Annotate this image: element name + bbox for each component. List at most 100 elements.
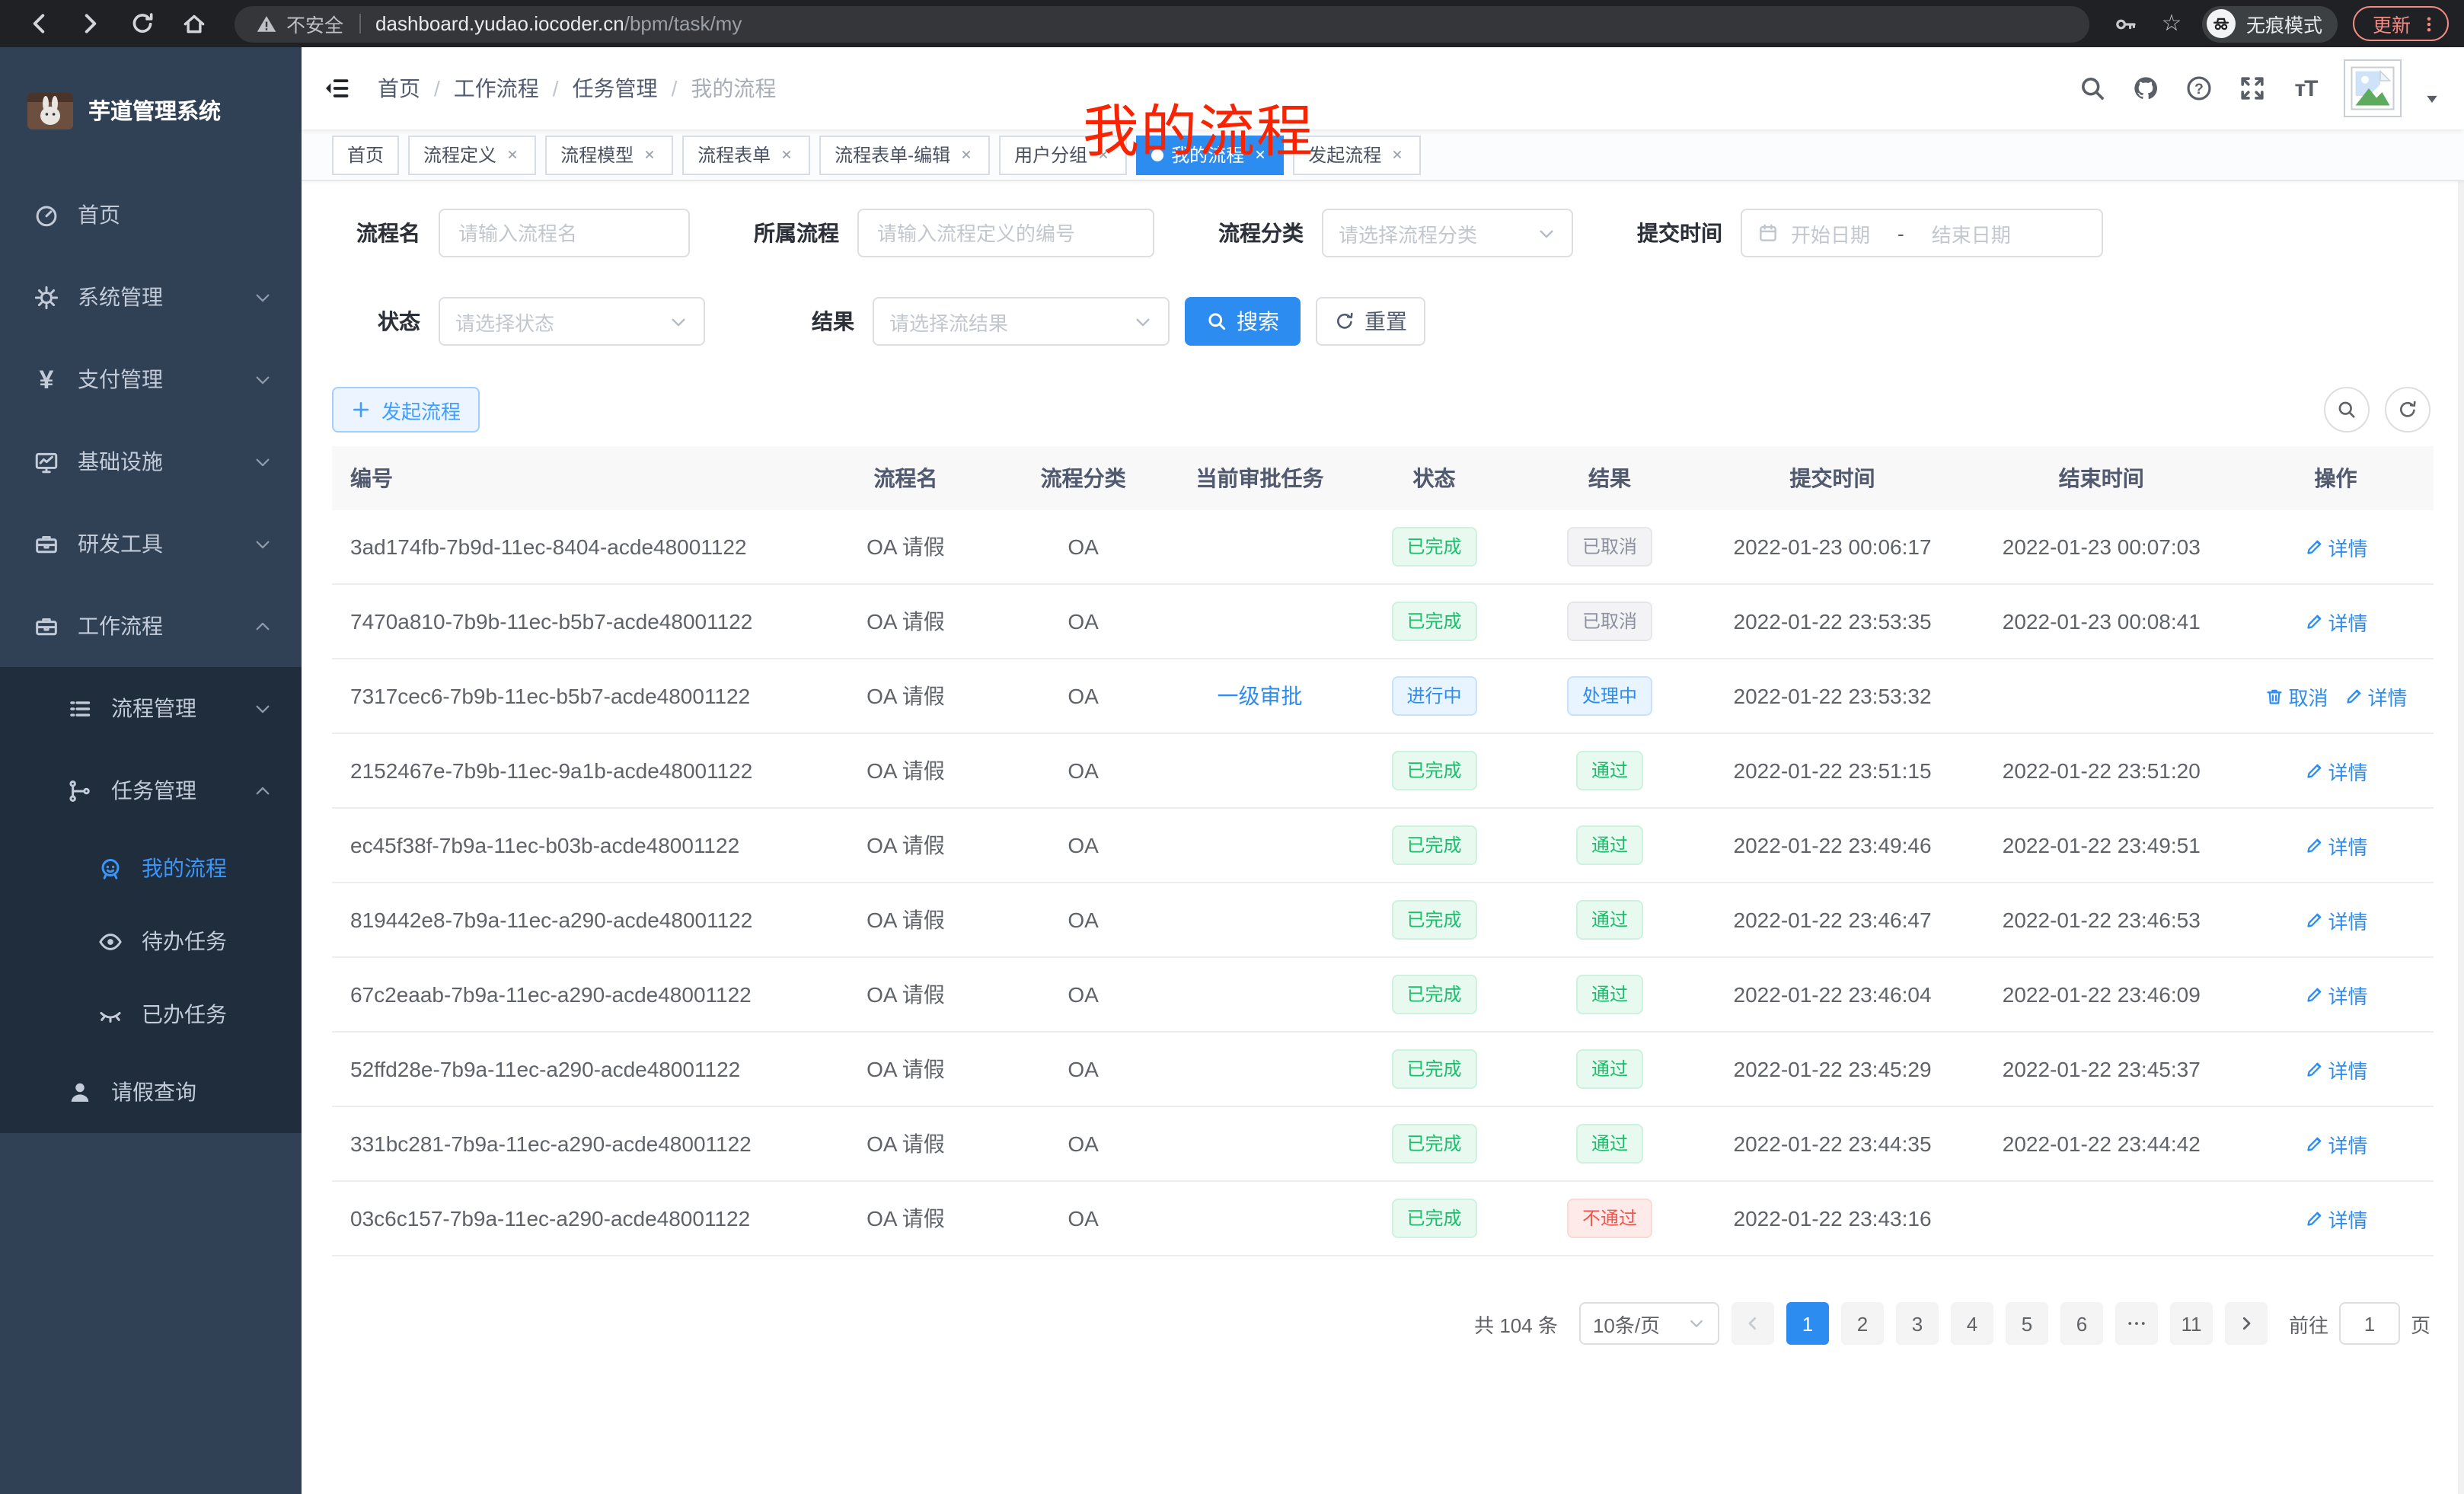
sidebar-item-eye-closed[interactable]: 已办任务 [0,978,302,1051]
edit-icon [2304,910,2324,930]
url-path[interactable]: /bpm/task/my [624,12,742,35]
app-logo-row[interactable]: 芋道管理系统 [0,47,302,174]
cell-result: 已取消 [1519,527,1700,567]
sidebar-item-dashboard[interactable]: 首页 [0,174,302,256]
font-size-icon[interactable]: тT [2290,73,2321,104]
close-icon[interactable] [958,146,975,163]
reset-button[interactable]: 重置 [1316,297,1425,346]
search-button[interactable]: 搜索 [1185,297,1301,346]
sidebar-item-user[interactable]: 请假查询 [0,1051,302,1133]
page-button-6[interactable]: 6 [2060,1302,2103,1345]
detail-action-link[interactable]: 详情 [2304,607,2368,636]
sidebar-item-yen[interactable]: ¥支付管理 [0,338,302,420]
avatar-caret-icon[interactable] [2424,90,2443,108]
sidebar-item-eye[interactable]: 待办任务 [0,905,302,978]
close-icon[interactable] [1389,146,1406,163]
detail-action-link[interactable]: 详情 [2344,682,2408,710]
prev-page-button[interactable] [1732,1302,1774,1345]
detail-action-link[interactable]: 详情 [2304,756,2368,785]
breadcrumb-task-mgmt[interactable]: 任务管理 [573,73,658,104]
create-process-button[interactable]: 发起流程 [332,387,480,433]
page-button-2[interactable]: 2 [1841,1302,1884,1345]
sidebar-item-list[interactable]: 流程管理 [0,667,302,749]
process-name-input[interactable] [455,220,673,246]
detail-action-link[interactable]: 详情 [2304,1204,2368,1233]
close-icon[interactable] [778,146,795,163]
yen-icon: ¥ [34,366,59,392]
forward-icon[interactable] [73,7,107,40]
fullscreen-icon[interactable] [2237,73,2268,104]
close-icon[interactable] [641,146,658,163]
cell-process-id: 331bc281-7b9a-11ec-a290-acde48001122 [332,1132,815,1156]
tab-流程模型[interactable]: 流程模型 [545,135,673,174]
update-button[interactable]: 更新 [2353,6,2449,41]
bookmark-star-icon[interactable]: ☆ [2156,8,2187,39]
page-more-button[interactable] [2115,1302,2158,1345]
category-select[interactable]: 请选择流程分类 [1322,209,1573,257]
browser-window: 不安全 dashboard.yudao.iocoder.cn /bpm/task… [0,0,2464,1494]
cell-status: 已完成 [1349,900,1520,940]
sidebar-item-tree[interactable]: 任务管理 [0,749,302,832]
cell-status: 已完成 [1349,825,1520,865]
page-scrollbar[interactable] [2458,47,2464,1494]
address-bar[interactable]: 不安全 dashboard.yudao.iocoder.cn /bpm/task… [235,5,2089,42]
tab-流程表单-编辑[interactable]: 流程表单-编辑 [819,135,990,174]
breadcrumb-workflow[interactable]: 工作流程 [454,73,539,104]
date-range-picker[interactable]: 开始日期 - 结束日期 [1741,209,2103,257]
page-button-1[interactable]: 1 [1786,1302,1829,1345]
page-button-5[interactable]: 5 [2006,1302,2048,1345]
sidebar-item-toolbox[interactable]: 研发工具 [0,503,302,585]
cell-category: OA [996,908,1170,932]
sidebar-item-robot[interactable]: 我的流程 [0,832,302,905]
github-icon[interactable] [2130,73,2161,104]
avatar[interactable] [2344,59,2402,117]
reload-icon[interactable] [125,7,158,40]
cell-result: 通过 [1519,825,1700,865]
table-refresh-icon[interactable] [2385,387,2430,433]
tab-首页[interactable]: 首页 [332,135,399,174]
page-button-11[interactable]: 11 [2170,1302,2213,1345]
security-label[interactable]: 不安全 [286,9,343,38]
sidebar-item-gear[interactable]: 系统管理 [0,256,302,338]
result-badge: 通过 [1576,975,1643,1014]
close-icon[interactable] [504,146,521,163]
page-button-4[interactable]: 4 [1951,1302,1993,1345]
page-size-select[interactable]: 10条/页 [1579,1302,1719,1345]
detail-action-link[interactable]: 详情 [2304,1055,2368,1084]
owner-process-input[interactable] [874,220,1138,246]
password-key-icon[interactable] [2111,8,2141,39]
cell-end-time: 2022-01-22 23:45:37 [1964,1057,2238,1081]
detail-action-link[interactable]: 详情 [2304,980,2368,1009]
current-task-link[interactable]: 一级审批 [1217,684,1302,708]
table-row: ec45f38f-7b9a-11ec-b03b-acde48001122OA 请… [332,809,2434,883]
tab-label: 流程定义 [423,142,496,168]
help-icon[interactable]: ? [2184,73,2214,104]
detail-action-link[interactable]: 详情 [2304,532,2368,561]
tab-流程定义[interactable]: 流程定义 [408,135,536,174]
detail-action-link[interactable]: 详情 [2304,1129,2368,1158]
detail-action-link[interactable]: 详情 [2304,905,2368,934]
home-icon[interactable] [177,7,210,40]
process-table: 编号流程名流程分类当前审批任务状态结果提交时间结束时间操作 3ad174fb-7… [332,446,2434,1256]
tab-流程表单[interactable]: 流程表单 [682,135,810,174]
chevron-down-icon [244,286,280,308]
page-button-3[interactable]: 3 [1896,1302,1939,1345]
cancel-action-link[interactable]: 取消 [2264,682,2328,710]
sidebar-item-monitor[interactable]: 基础设施 [0,420,302,503]
next-page-button[interactable] [2225,1302,2268,1345]
result-select[interactable]: 请选择流结果 [873,297,1170,346]
security-warning-icon[interactable] [256,13,277,34]
sidebar-toggle-icon[interactable] [317,69,356,108]
detail-action-link[interactable]: 详情 [2304,831,2368,860]
status-select[interactable]: 请选择状态 [439,297,705,346]
page-jump-input[interactable] [2339,1302,2400,1345]
table-row: 52ffd28e-7b9a-11ec-a290-acde48001122OA 请… [332,1033,2434,1107]
back-icon[interactable] [21,7,55,40]
search-icon[interactable] [2077,73,2108,104]
sidebar-item-briefcase[interactable]: 工作流程 [0,585,302,667]
breadcrumb-home[interactable]: 首页 [378,73,420,104]
result-badge: 已取消 [1567,602,1652,641]
table-search-icon[interactable] [2324,387,2370,433]
cell-status: 已完成 [1349,975,1520,1014]
url-host[interactable]: dashboard.yudao.iocoder.cn [375,12,624,35]
